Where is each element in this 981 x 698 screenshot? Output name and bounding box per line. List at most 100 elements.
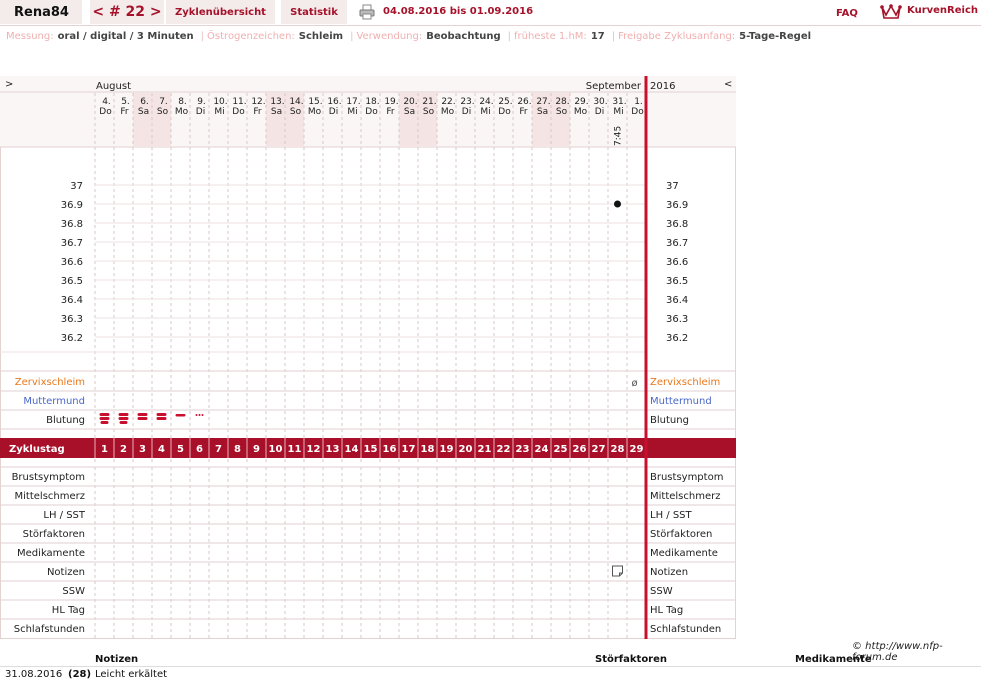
weekday-label: Mi xyxy=(347,107,357,117)
bleeding-mark xyxy=(201,414,204,416)
cycle-day-number: 19 xyxy=(440,444,454,455)
date-label: 18. xyxy=(365,97,379,107)
bleeding-mark xyxy=(156,413,167,416)
weekday-label: Di xyxy=(329,107,338,117)
weekday-label: Di xyxy=(196,107,205,117)
date-label: 14. xyxy=(289,97,303,107)
weekday-label: Mo xyxy=(175,107,189,117)
info-separator: | xyxy=(611,31,616,42)
bleeding-mark xyxy=(100,421,109,424)
row-label-left: Medikamente xyxy=(17,548,85,559)
bleeding-mark xyxy=(137,413,148,416)
bleeding-mark xyxy=(156,417,167,420)
date-label: 4. xyxy=(102,97,111,107)
date-label: 16. xyxy=(327,97,341,107)
nav-next-button[interactable]: < xyxy=(724,79,732,90)
info-separator: | xyxy=(507,31,511,42)
row-label-left: Brustsymptom xyxy=(12,472,85,483)
cycle-day-number: 23 xyxy=(516,444,530,455)
cycle-chart: > <August September 20164.Do5.Fr6.Sa7.So8.M… xyxy=(0,76,736,639)
tab-cycle-overview[interactable]: Zyklenübersicht xyxy=(166,0,275,24)
temp-tick-right: 36.7 xyxy=(666,238,688,249)
note-icon[interactable] xyxy=(612,565,623,577)
cycle-day-number: 14 xyxy=(345,444,359,455)
cycle-day-number: 2 xyxy=(120,444,127,455)
nav-prev-button[interactable]: > xyxy=(5,79,13,90)
footer-row-note: Leicht erkältet xyxy=(95,669,168,680)
chart-frame xyxy=(0,76,736,639)
weekday-label: So xyxy=(556,107,568,117)
temp-tick-left: 36.3 xyxy=(61,314,83,325)
cycle-day-number: 7 xyxy=(215,444,222,455)
temperature-point xyxy=(614,200,621,208)
weekday-label: Sa xyxy=(138,107,149,117)
footer-col-notes: Notizen xyxy=(95,654,139,665)
faq-link[interactable]: FAQ xyxy=(836,8,858,19)
temp-tick-left: 36.7 xyxy=(61,238,83,249)
temp-tick-right: 37 xyxy=(666,181,679,192)
temp-tick-right: 36.2 xyxy=(666,333,688,344)
weekday-label: Fr xyxy=(253,107,262,117)
weekday-label: Do xyxy=(232,107,245,117)
temp-tick-left: 36.5 xyxy=(61,276,83,287)
month-label: August xyxy=(96,81,131,92)
weekday-label: Mi xyxy=(214,107,224,117)
row-label-left: HL Tag xyxy=(52,605,85,616)
temp-tick-left: 36.8 xyxy=(61,219,83,230)
cycle-day-number: 20 xyxy=(459,444,473,455)
row-label-left: LH / SST xyxy=(43,510,86,521)
cycle-info: Messung: oral / digital / 3 Minuten | Östro… xyxy=(6,31,815,42)
date-label: 28. xyxy=(555,97,569,107)
row-label-right: Medikamente xyxy=(650,548,718,559)
row-label-right: Blutung xyxy=(650,415,689,426)
footer-col-disturb: Störfaktoren xyxy=(595,654,668,665)
bleeding-mark xyxy=(119,421,128,424)
cycle-day-number: 4 xyxy=(158,444,165,455)
cycle-day-number: 29 xyxy=(630,444,644,455)
tab-statistics[interactable]: Statistik xyxy=(281,0,347,24)
cycle-day-number: 3 xyxy=(139,444,146,455)
row-label-right: LH / SST xyxy=(650,510,693,521)
printer-icon[interactable] xyxy=(359,4,375,20)
row-label-right: Muttermund xyxy=(650,396,712,407)
info-label: Freigabe Zyklusanfang: xyxy=(618,31,736,42)
brand-name[interactable]: KurvenReich xyxy=(907,5,978,16)
info-separator: | xyxy=(200,31,205,42)
weekday-label: Fr xyxy=(120,107,129,117)
temp-tick-left: 36.2 xyxy=(61,333,83,344)
date-label: 11. xyxy=(232,97,246,107)
row-label-left: Zervixschleim xyxy=(15,377,85,388)
row-label-right: Mittelschmerz xyxy=(650,491,720,502)
cycle-day-number: 26 xyxy=(573,444,587,455)
user-nickname[interactable]: Rena84 xyxy=(0,0,82,24)
cycle-day-number: 13 xyxy=(326,444,340,455)
cycle-day-number: 18 xyxy=(421,444,435,455)
cycle-day-number: 8 xyxy=(234,444,241,455)
temp-tick-right: 36.8 xyxy=(666,219,688,230)
cycle-day-number: 9 xyxy=(253,444,260,455)
weekday-label: Do xyxy=(99,107,112,117)
cycle-day-number: 25 xyxy=(554,444,568,455)
weekday-label: So xyxy=(157,107,169,117)
temp-tick-left: 37 xyxy=(70,181,83,192)
info-value: Schleim xyxy=(298,31,344,42)
date-label: 15. xyxy=(308,97,322,107)
temp-tick-right: 36.3 xyxy=(666,314,688,325)
weekday-label: Mi xyxy=(613,107,623,117)
info-separator: | xyxy=(350,31,354,42)
weekday-label: Mo xyxy=(441,107,455,117)
divider xyxy=(0,666,981,667)
cycle-day-number: 6 xyxy=(196,444,203,455)
cycle-day-number: 16 xyxy=(383,444,397,455)
date-label: 23. xyxy=(460,97,474,107)
row-label-left: Notizen xyxy=(47,567,85,578)
weekday-label: Sa xyxy=(271,107,282,117)
date-label: 29. xyxy=(574,97,588,107)
year-label: 2016 xyxy=(650,81,675,92)
temp-tick-right: 36.6 xyxy=(666,257,688,268)
crown-icon[interactable] xyxy=(880,3,902,21)
info-value: Beobachtung xyxy=(426,31,501,42)
weekday-label: Mi xyxy=(480,107,490,117)
cycle-navigator[interactable]: < # 22 > xyxy=(90,0,164,24)
date-label: 30. xyxy=(593,97,607,107)
